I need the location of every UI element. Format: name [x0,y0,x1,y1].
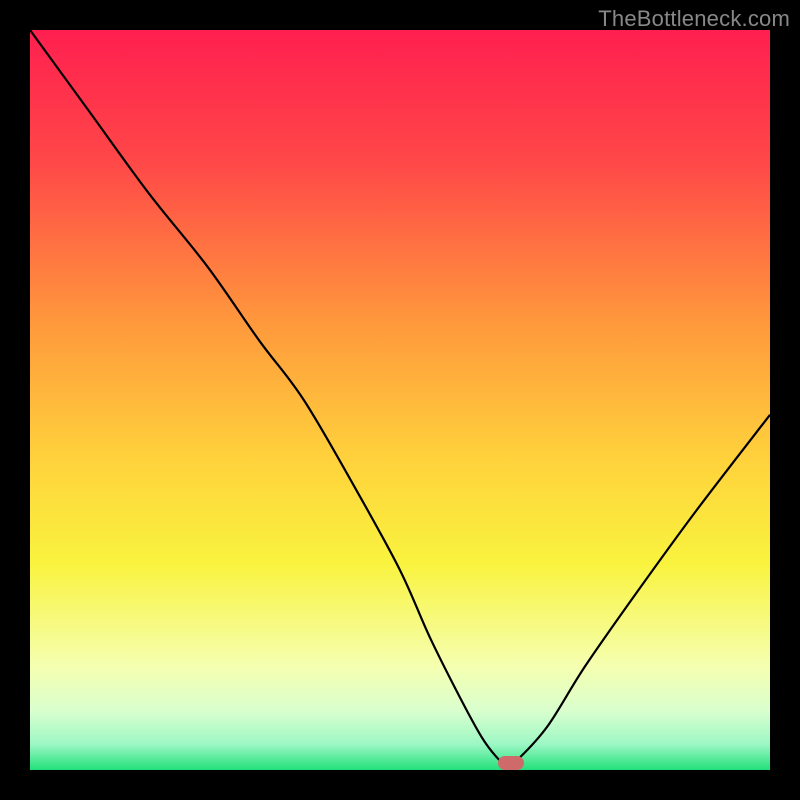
chart-background-gradient [30,30,770,770]
chart-svg [30,30,770,770]
optimal-point-marker [498,756,524,770]
watermark-text: TheBottleneck.com [598,6,790,32]
chart-frame: TheBottleneck.com [0,0,800,800]
plot-area [30,30,770,770]
